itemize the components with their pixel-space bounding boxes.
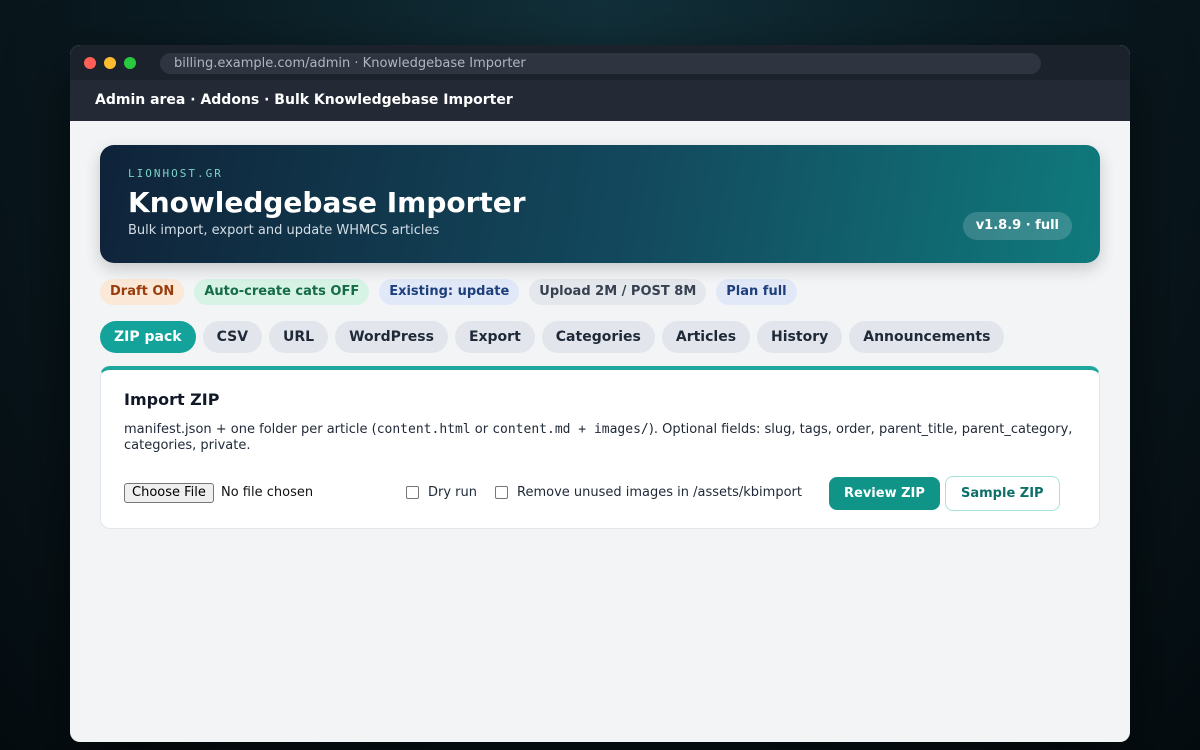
browser-window: billing.example.com/admin · Knowledgebas… xyxy=(70,45,1130,742)
existing-mode-badge: Existing: update xyxy=(379,279,520,305)
remove-images-option[interactable]: Remove unused images in /assets/kbimport xyxy=(495,485,802,500)
import-zip-panel: Import ZIP manifest.json + one folder pe… xyxy=(100,366,1100,529)
status-badges: Draft ON Auto-create cats OFF Existing: … xyxy=(100,279,1100,305)
minimize-window-icon[interactable] xyxy=(104,57,116,69)
desc-or: or xyxy=(470,422,493,437)
address-bar[interactable]: billing.example.com/admin · Knowledgebas… xyxy=(160,53,1041,74)
dry-run-option[interactable]: Dry run xyxy=(406,485,477,500)
tab-history[interactable]: History xyxy=(757,321,843,353)
review-zip-button[interactable]: Review ZIP xyxy=(829,477,940,510)
hero-brand: LIONHOST.GR xyxy=(128,167,223,180)
remove-images-label: Remove unused images in /assets/kbimport xyxy=(517,485,802,500)
panel-title: Import ZIP xyxy=(124,390,220,409)
plan-badge: Plan full xyxy=(716,279,797,305)
page-title: Knowledgebase Importer xyxy=(128,186,526,219)
close-window-icon[interactable] xyxy=(84,57,96,69)
desc-code-html: content.html xyxy=(376,422,471,437)
auto-create-badge: Auto-create cats OFF xyxy=(194,279,370,305)
tab-zip-pack[interactable]: ZIP pack xyxy=(100,321,196,353)
remove-images-checkbox[interactable] xyxy=(495,486,508,499)
admin-breadcrumb: Admin area · Addons · Bulk Knowledgebase… xyxy=(70,80,1130,121)
draft-badge: Draft ON xyxy=(100,279,185,305)
dry-run-checkbox[interactable] xyxy=(406,486,419,499)
main-content: LIONHOST.GR Knowledgebase Importer Bulk … xyxy=(70,121,1130,529)
tab-csv[interactable]: CSV xyxy=(202,321,263,353)
tab-categories[interactable]: Categories xyxy=(541,321,655,353)
version-badge: v1.8.9 · full xyxy=(962,212,1072,240)
tab-bar: ZIP pack CSV URL WordPress Export Catego… xyxy=(100,321,1100,353)
browser-titlebar: billing.example.com/admin · Knowledgebas… xyxy=(70,45,1130,80)
import-controls: Choose File No file chosen Dry run Remov… xyxy=(124,475,1076,515)
tab-announcements[interactable]: Announcements xyxy=(849,321,1005,353)
tab-wordpress[interactable]: WordPress xyxy=(335,321,448,353)
panel-description: manifest.json + one folder per article (… xyxy=(124,422,1076,454)
tab-articles[interactable]: Articles xyxy=(661,321,751,353)
page-subtitle: Bulk import, export and update WHMCS art… xyxy=(128,223,440,238)
desc-code-md: content.md + images/ xyxy=(492,422,649,437)
file-status: No file chosen xyxy=(221,485,314,500)
hero-banner: LIONHOST.GR Knowledgebase Importer Bulk … xyxy=(100,145,1100,263)
tab-url[interactable]: URL xyxy=(269,321,329,353)
sample-zip-button[interactable]: Sample ZIP xyxy=(945,476,1060,511)
dry-run-label: Dry run xyxy=(428,485,478,500)
upload-limit-badge: Upload 2M / POST 8M xyxy=(529,279,707,305)
choose-file-button[interactable]: Choose File xyxy=(124,483,214,503)
desc-prefix: manifest.json + one folder per article ( xyxy=(124,422,377,437)
tab-export[interactable]: Export xyxy=(454,321,535,353)
maximize-window-icon[interactable] xyxy=(124,57,136,69)
